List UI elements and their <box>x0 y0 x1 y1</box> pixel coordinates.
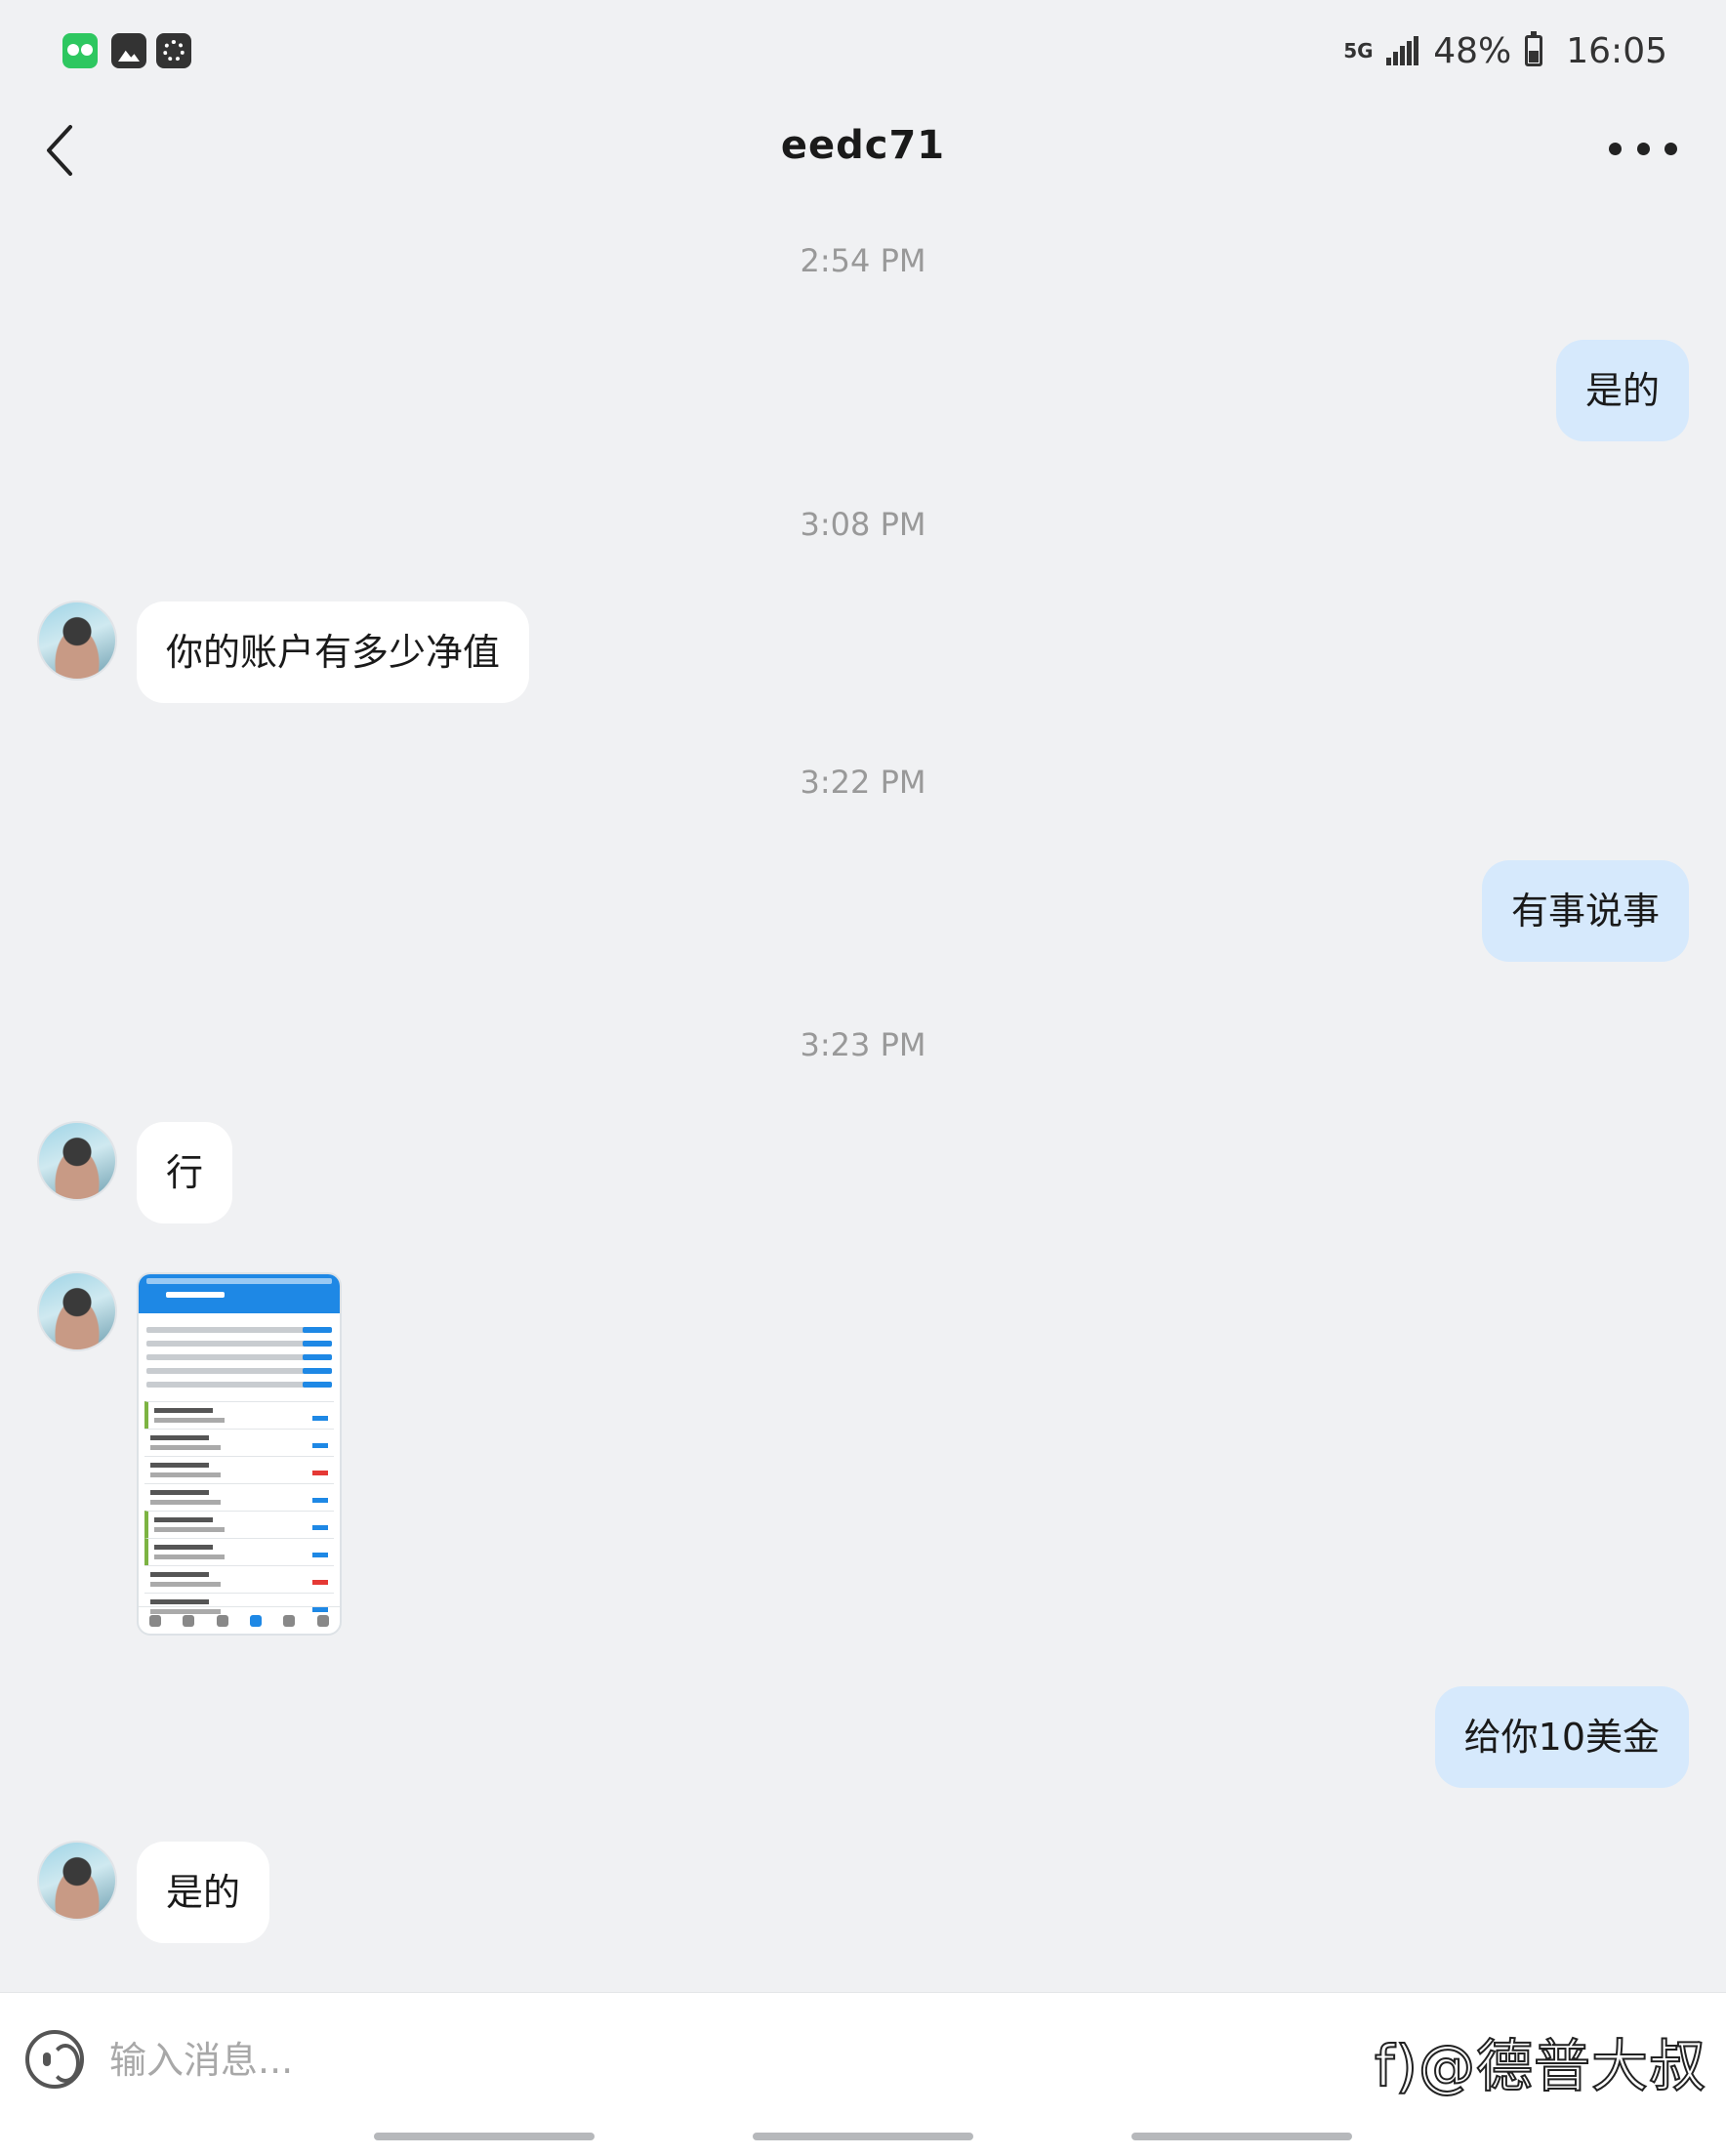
timestamp: 2:54 PM <box>800 242 926 279</box>
contact-avatar[interactable] <box>37 1271 117 1351</box>
gesture-handle-center[interactable] <box>753 2133 973 2140</box>
message-input[interactable] <box>109 2026 1261 2094</box>
app-notification-icon <box>156 33 191 68</box>
received-message[interactable]: 是的 <box>137 1842 270 1943</box>
chat-header: eedc71 <box>0 98 1726 203</box>
timestamp: 3:22 PM <box>800 764 926 801</box>
contact-avatar[interactable] <box>37 601 117 681</box>
status-bar: 5G 48% 16:05 <box>0 0 1726 98</box>
sent-message[interactable]: 是的 <box>1555 340 1689 441</box>
more-options-icon[interactable] <box>1609 137 1677 160</box>
thumbnail-app-header <box>139 1274 340 1313</box>
received-image-message[interactable] <box>137 1272 342 1636</box>
watermark: f)@德普大叔 <box>1374 2032 1706 2100</box>
network-type: 5G <box>1343 39 1374 62</box>
gallery-notification-icon <box>111 33 146 68</box>
timestamp: 3:23 PM <box>800 1026 926 1063</box>
thumbnail-tab-bar <box>139 1606 340 1634</box>
contact-name: eedc71 <box>780 123 946 168</box>
chat-screen: 5G 48% 16:05 eedc71 2:54 PM 是的 3:08 PM 你… <box>0 0 1726 2156</box>
contact-avatar[interactable] <box>37 1121 117 1201</box>
battery-icon <box>1525 31 1543 66</box>
contact-avatar[interactable] <box>37 1841 117 1921</box>
status-indicators: 5G 48% 16:05 <box>1343 27 1667 74</box>
gesture-handle-right[interactable] <box>1131 2133 1352 2140</box>
timestamp: 3:08 PM <box>800 506 926 543</box>
sent-message[interactable]: 给你10美金 <box>1434 1686 1689 1788</box>
signal-icon <box>1386 36 1419 65</box>
clock: 16:05 <box>1566 30 1667 71</box>
chat-app-notification-icon <box>62 33 98 68</box>
voice-input-icon[interactable] <box>25 2030 84 2089</box>
gesture-handle-left[interactable] <box>374 2133 595 2140</box>
message-input-bar: f)@德普大叔 <box>0 1992 1726 2156</box>
sent-message[interactable]: 有事说事 <box>1481 860 1689 962</box>
battery-percent: 48% <box>1433 30 1512 71</box>
thumbnail-trade-list <box>139 1401 340 1620</box>
received-message[interactable]: 你的账户有多少净值 <box>137 601 530 703</box>
received-message[interactable]: 行 <box>137 1122 233 1223</box>
thumbnail-account-summary <box>139 1313 340 1401</box>
